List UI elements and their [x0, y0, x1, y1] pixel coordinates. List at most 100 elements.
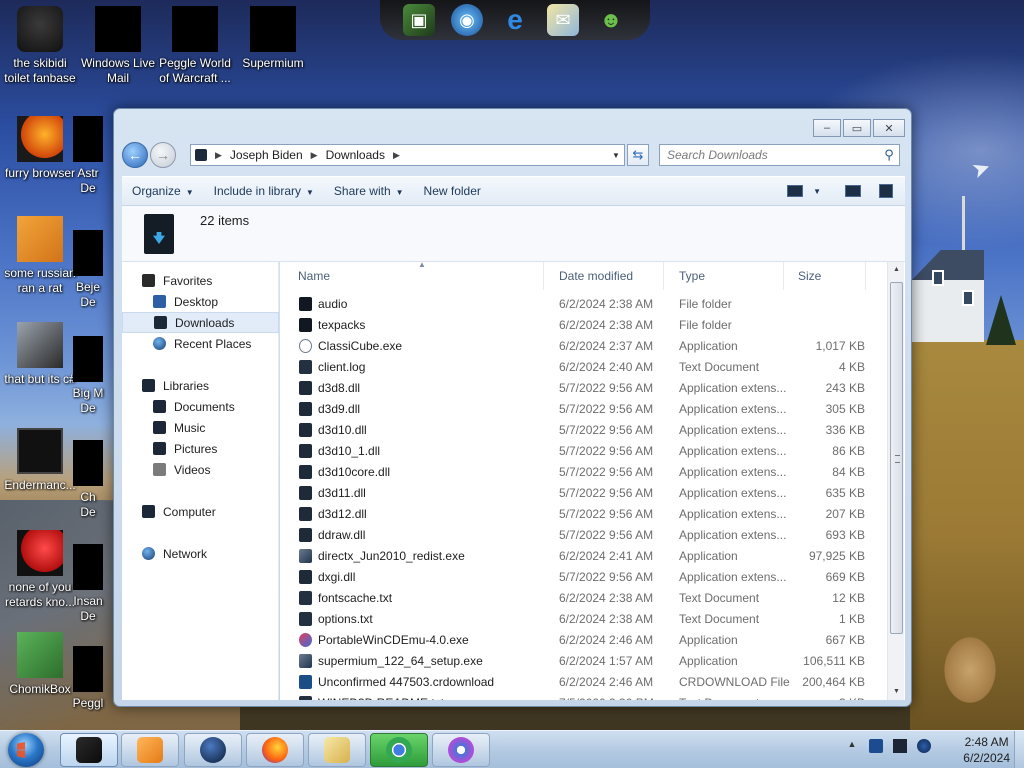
- taskbar-file-manager[interactable]: [308, 733, 366, 767]
- desktop-icon-peggl[interactable]: Peggl: [64, 646, 112, 711]
- taskbar-explorer[interactable]: [60, 733, 118, 767]
- desktop-icon-label: Peggle World: [159, 56, 231, 70]
- nav-desktop[interactable]: Desktop: [122, 291, 279, 312]
- start-button[interactable]: [8, 733, 44, 767]
- file-row[interactable]: WINED3D README.txt 7/5/2020 3:30 PM Text D…: [280, 693, 892, 700]
- maximize-button[interactable]: ▭: [843, 119, 871, 137]
- file-row[interactable]: audio 6/2/2024 2:38 AM File folder: [280, 294, 892, 315]
- column-header-date[interactable]: Date modified: [544, 262, 664, 290]
- search-icon[interactable]: ⚲: [879, 147, 899, 163]
- show-desktop-button[interactable]: [1014, 731, 1024, 768]
- file-row[interactable]: client.log 6/2/2024 2:40 AM Text Document 4…: [280, 357, 892, 378]
- internet-explorer-icon[interactable]: e: [499, 4, 531, 36]
- nav-recent-places[interactable]: Recent Places: [122, 333, 279, 354]
- nav-videos[interactable]: Videos: [122, 459, 279, 480]
- file-date-modified: 6/2/2024 2:46 AM: [559, 675, 654, 689]
- help-icon[interactable]: [879, 184, 893, 198]
- taskbar-chrome-like[interactable]: [370, 733, 428, 767]
- breadcrumb-joseph-biden[interactable]: Joseph Biden: [230, 148, 303, 162]
- taskbar-firefox[interactable]: [246, 733, 304, 767]
- network-icon: [142, 547, 155, 560]
- desktop-icon-ch[interactable]: Ch De: [64, 440, 112, 520]
- desktop-icon-big-m[interactable]: Big M De: [64, 336, 112, 416]
- nav-favorites[interactable]: Favorites: [122, 270, 279, 291]
- taskbar-supermium[interactable]: [432, 733, 490, 767]
- explorer-folder-icon: [76, 737, 102, 763]
- scroll-up-icon[interactable]: ▲: [888, 262, 905, 278]
- file-row[interactable]: ClassiCube.exe 6/2/2024 2:37 AM Applicatio…: [280, 336, 892, 357]
- vertical-scrollbar[interactable]: ▲ ▼: [887, 262, 904, 700]
- view-dropdown-icon[interactable]: ▼: [813, 187, 821, 196]
- file-row[interactable]: d3d9.dll 5/7/2022 9:56 AM Application exte…: [280, 399, 892, 420]
- nav-documents[interactable]: Documents: [122, 396, 279, 417]
- desktop-icon-insan[interactable]: Insan De: [64, 544, 112, 624]
- dll-file-icon: [299, 570, 312, 584]
- nav-downloads[interactable]: Downloads: [122, 312, 279, 333]
- clock[interactable]: 2:48 AM 6/2/2024: [963, 734, 1010, 766]
- app-icon: [17, 216, 63, 262]
- preview-pane-icon[interactable]: [845, 185, 861, 197]
- cube-app-icon[interactable]: ▣: [403, 4, 435, 36]
- file-row[interactable]: d3d11.dll 5/7/2022 9:56 AM Application ext…: [280, 483, 892, 504]
- scroll-thumb[interactable]: [890, 282, 903, 634]
- taskbar-globe-browser[interactable]: [184, 733, 242, 767]
- file-row[interactable]: texpacks 6/2/2024 2:38 AM File folder: [280, 315, 892, 336]
- back-button[interactable]: ←: [122, 142, 148, 168]
- file-row[interactable]: d3d10.dll 5/7/2022 9:56 AM Application ext…: [280, 420, 892, 441]
- address-bar[interactable]: ▶ Joseph Biden ▶ Downloads ▶ ▼: [190, 144, 625, 166]
- nav-music[interactable]: Music: [122, 417, 279, 438]
- file-row[interactable]: options.txt 6/2/2024 2:38 AM Text Document…: [280, 609, 892, 630]
- include-in-library-menu[interactable]: Include in library ▼: [204, 184, 324, 198]
- show-hidden-icons-icon[interactable]: ▲: [845, 739, 859, 753]
- desktop-icon-astr[interactable]: Astr De: [64, 116, 112, 196]
- network-monitor-icon[interactable]: [893, 739, 907, 753]
- windows-stack-icon: [17, 322, 63, 368]
- messenger-icon[interactable]: ☻: [595, 4, 627, 36]
- change-view-icon[interactable]: [787, 185, 804, 197]
- column-header-name[interactable]: Name ▲: [280, 262, 544, 290]
- refresh-button[interactable]: ⇆: [627, 144, 649, 166]
- nav-network[interactable]: Network: [122, 543, 279, 564]
- new-folder-button[interactable]: New folder: [414, 184, 491, 198]
- mail-envelope-icon[interactable]: ✉: [547, 4, 579, 36]
- forward-button[interactable]: →: [150, 142, 176, 168]
- file-row[interactable]: PortableWinCDEmu-4.0.exe 6/2/2024 2:46 AM…: [280, 630, 892, 651]
- chevron-right-icon[interactable]: ▶: [311, 150, 318, 161]
- file-row[interactable]: dxgi.dll 5/7/2022 9:56 AM Application exte…: [280, 567, 892, 588]
- address-dropdown-icon[interactable]: ▼: [608, 151, 624, 160]
- desktop-icon-supermium[interactable]: Supermium: [233, 6, 313, 71]
- column-header-type[interactable]: Type: [664, 262, 784, 290]
- close-button[interactable]: ✕: [873, 119, 905, 137]
- file-row[interactable]: fontscache.txt 6/2/2024 2:38 AM Text Docum…: [280, 588, 892, 609]
- minimize-button[interactable]: –: [813, 119, 841, 137]
- file-row[interactable]: d3d10core.dll 5/7/2022 9:56 AM Application…: [280, 462, 892, 483]
- desktop-icon-skibidi[interactable]: the skibidi toilet fanbase: [0, 6, 80, 86]
- file-row[interactable]: d3d12.dll 5/7/2022 9:56 AM Application ext…: [280, 504, 892, 525]
- file-row[interactable]: supermium_122_64_setup.exe 6/2/2024 1:57 …: [280, 651, 892, 672]
- taskbar-media-player[interactable]: [121, 733, 179, 767]
- search-input[interactable]: Search Downloads ⚲: [659, 144, 900, 166]
- scroll-down-icon[interactable]: ▼: [888, 684, 905, 700]
- file-type: CRDOWNLOAD File: [679, 675, 790, 689]
- desktop-icon-beje[interactable]: Beje De: [64, 230, 112, 310]
- share-with-menu[interactable]: Share with ▼: [324, 184, 414, 198]
- file-row[interactable]: ddraw.dll 5/7/2022 9:56 AM Application ext…: [280, 525, 892, 546]
- file-row[interactable]: d3d10_1.dll 5/7/2022 9:56 AM Application e…: [280, 441, 892, 462]
- file-row[interactable]: Unconfirmed 447503.crdownload 6/2/2024 2:…: [280, 672, 892, 693]
- breadcrumb-downloads[interactable]: Downloads: [326, 148, 385, 162]
- file-size: 667 KB: [825, 633, 865, 647]
- defender-shield-icon[interactable]: [869, 739, 883, 753]
- desktop-icon-windows-live-mail[interactable]: Windows Live Mail: [78, 6, 158, 86]
- chevron-right-icon[interactable]: ▶: [393, 150, 400, 161]
- file-row[interactable]: directx_Jun2010_redist.exe 6/2/2024 2:41 …: [280, 546, 892, 567]
- column-header-size[interactable]: Size: [784, 262, 866, 290]
- organize-menu[interactable]: Organize ▼: [122, 184, 204, 198]
- file-row[interactable]: d3d8.dll 5/7/2022 9:56 AM Application exte…: [280, 378, 892, 399]
- volume-icon[interactable]: [917, 739, 931, 753]
- desktop-icon-peggle-wow[interactable]: Peggle World of Warcraft ...: [155, 6, 235, 86]
- globe-search-icon[interactable]: ◉: [451, 4, 483, 36]
- nav-computer[interactable]: Computer: [122, 501, 279, 522]
- nav-libraries[interactable]: Libraries: [122, 375, 279, 396]
- nav-pictures[interactable]: Pictures: [122, 438, 279, 459]
- file-size: 635 KB: [825, 486, 865, 500]
